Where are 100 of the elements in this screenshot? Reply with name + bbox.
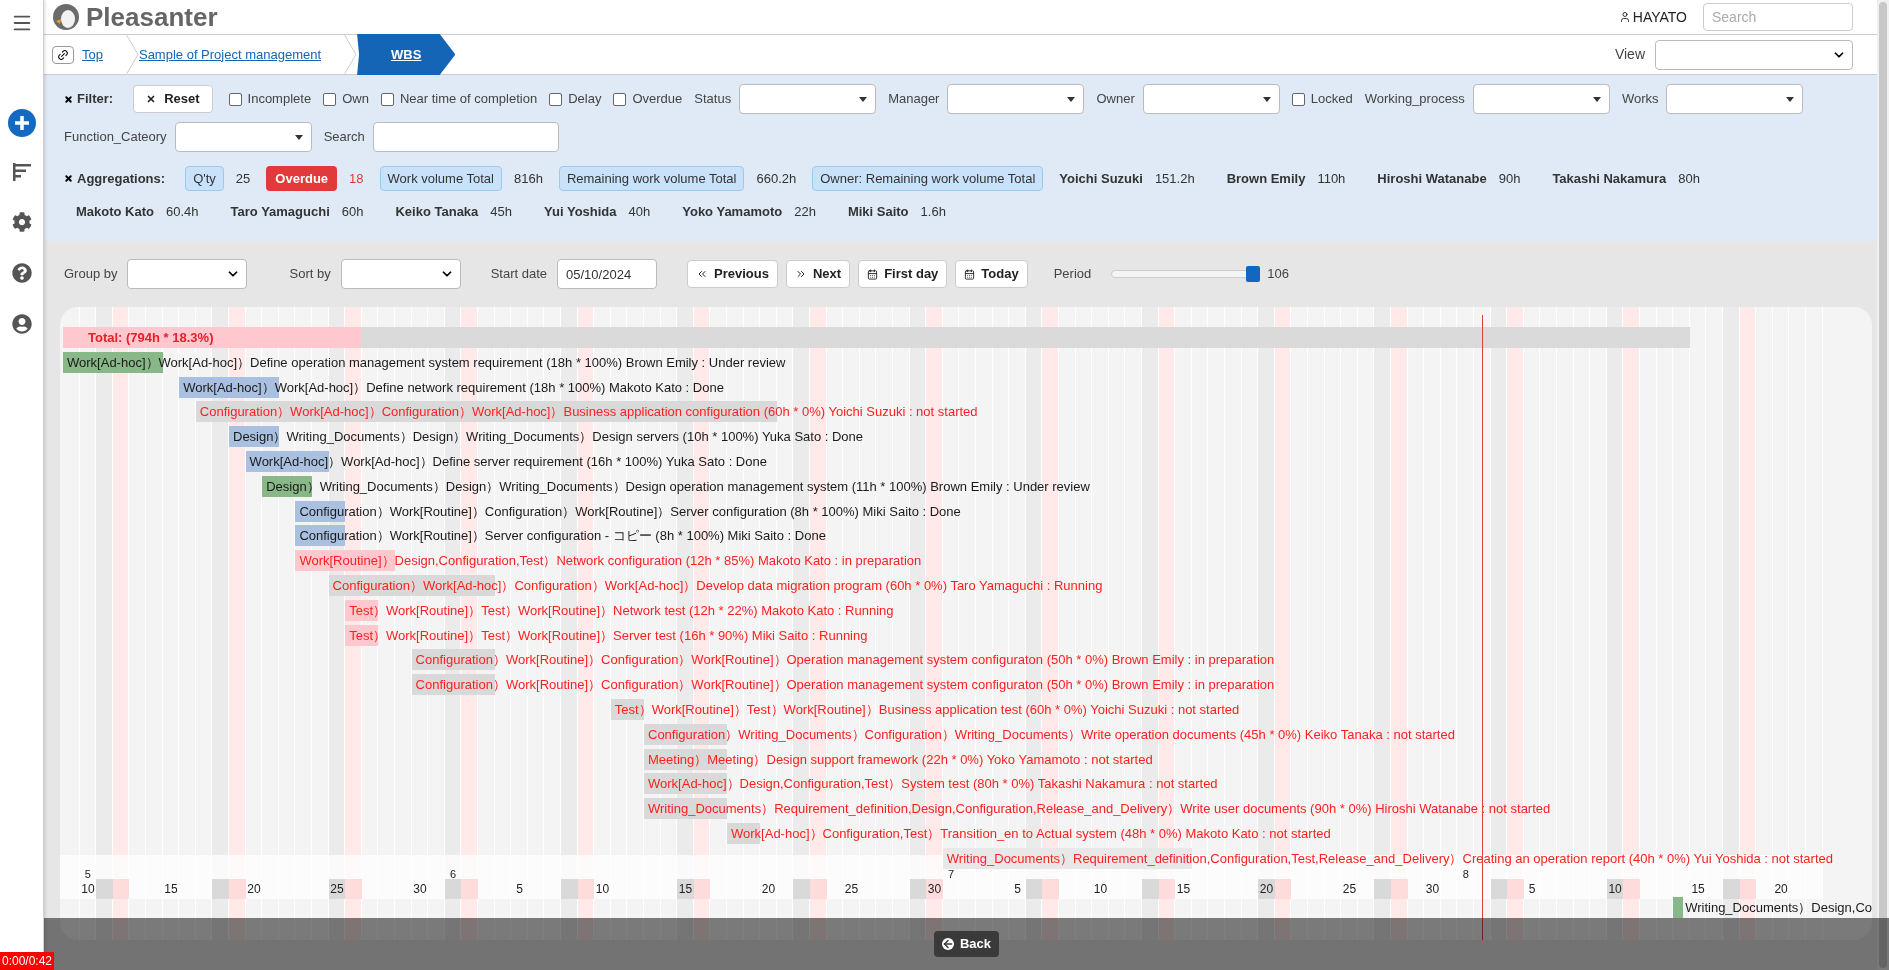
task-bar[interactable]: Test）Work[Routine]）Test）Work[Routine]）Business application test (60h * 0%) Yoichi Suzuki : not started bbox=[610, 698, 1240, 720]
cross-icon[interactable] bbox=[64, 174, 73, 183]
aggregation-value: 25 bbox=[235, 169, 251, 188]
cross-icon bbox=[146, 94, 157, 104]
settings-icon[interactable] bbox=[11, 212, 32, 232]
period-slider[interactable] bbox=[1111, 266, 1260, 282]
link-button[interactable] bbox=[52, 45, 74, 64]
filter-title: Filter: bbox=[77, 90, 114, 109]
scrollbar[interactable] bbox=[1877, 0, 1889, 970]
task-bar[interactable]: Work[Ad-hoc]）Design,Configuration,Test）System test (80h * 0%) Takashi Nakamura : not started bbox=[644, 773, 1218, 795]
task-label: Writing_Documents）Design,Co bbox=[1684, 899, 1872, 918]
checkbox[interactable] bbox=[323, 92, 337, 106]
gantt-bar[interactable] bbox=[1673, 897, 1684, 919]
task-bar[interactable]: Configuration）Work[Routine]）Configuration）Work[Routine]）Server configuration (8h * 100%) Miki Saito : Done bbox=[295, 500, 961, 522]
axis-weekend-cell bbox=[1490, 879, 1508, 899]
checkbox-label[interactable]: Delay bbox=[568, 89, 602, 109]
axis-weekend-cell bbox=[212, 879, 229, 899]
person-name: Keiko Tanaka bbox=[395, 203, 479, 221]
bars-icon[interactable] bbox=[12, 163, 31, 181]
task-bar[interactable]: Work[Ad-hoc]）Work[Ad-hoc]）Define operation management system requirement (18h * 100%) Brown Emily : Under review bbox=[63, 351, 786, 373]
person-hours: 110h bbox=[1317, 169, 1346, 188]
checkbox[interactable] bbox=[380, 92, 394, 106]
slider-thumb[interactable] bbox=[1246, 266, 1261, 282]
person-hours: 45h bbox=[490, 203, 513, 221]
user-icon[interactable] bbox=[11, 314, 32, 334]
person-hours: 60h bbox=[341, 203, 364, 221]
reset-button[interactable]: Reset bbox=[133, 85, 213, 113]
checkbox-label[interactable]: Incomplete bbox=[247, 89, 312, 109]
task-bar[interactable]: Design）Writing_Documents）Design）Writing_Documents）Design operation management system (11h * 100%) Brown Emily : Under review bbox=[262, 475, 1090, 497]
task-bar[interactable]: Work[Routine]）Design,Configuration,Test）Network configuration (12h * 85%) Makoto Kato : in preparation bbox=[295, 550, 922, 572]
double-right-icon bbox=[794, 268, 807, 280]
person-hours: 80h bbox=[1678, 169, 1701, 188]
select-field[interactable] bbox=[1142, 84, 1280, 114]
person-name: Hiroshi Watanabe bbox=[1377, 169, 1487, 188]
day-label: 15 bbox=[677, 879, 694, 899]
task-bar[interactable]: Configuration）Work[Ad-hoc]）Configuration）Work[Ad-hoc]）Develop data migration program (60h * 0%) Taro Yamaguchi : Running bbox=[328, 574, 1103, 596]
day-label: 5 bbox=[515, 881, 524, 898]
field-label: Manager bbox=[888, 90, 940, 109]
day-label: 5 bbox=[1013, 881, 1022, 898]
breadcrumb-item[interactable]: Top bbox=[82, 44, 103, 65]
breadcrumb-item[interactable]: Sample of Project management bbox=[138, 44, 322, 65]
overdue-chip: Overdue bbox=[266, 166, 338, 191]
month-label: 6 bbox=[450, 869, 457, 879]
task-bar[interactable]: Test）Work[Routine]）Test）Work[Routine]）Server test (16h * 90%) Miki Saito : Running bbox=[345, 624, 868, 646]
task-bar[interactable]: Configuration）Work[Routine]）Server configuration - コピー (8h * 100%) Miki Saito : Done bbox=[295, 525, 826, 547]
field-label: Search bbox=[323, 128, 365, 147]
select-field[interactable] bbox=[947, 84, 1085, 114]
user-name[interactable]: HAYATO bbox=[1632, 6, 1687, 28]
select-field[interactable] bbox=[1666, 84, 1804, 114]
axis-weekend-cell bbox=[229, 879, 246, 899]
task-bar[interactable]: Work[Ad-hoc]）Work[Ad-hoc]）Define network requirement (18h * 100%) Makoto Kato : Done bbox=[179, 376, 724, 398]
back-button[interactable]: Back bbox=[933, 931, 1000, 957]
cross-icon[interactable] bbox=[64, 94, 73, 104]
select-field[interactable] bbox=[1472, 84, 1610, 114]
nav-button[interactable]: Previous bbox=[687, 260, 778, 288]
task-bar[interactable]: Configuration）Work[Routine]）Configuration）Work[Routine]）Operation management system configuraton (50h * 0%) Brown Emily : in preparation bbox=[411, 674, 1275, 696]
day-label: 20 bbox=[1773, 881, 1789, 898]
axis-weekend-cell bbox=[1374, 879, 1391, 899]
checkbox[interactable] bbox=[1291, 92, 1305, 106]
field-label: Working_process bbox=[1364, 90, 1465, 109]
start-date-field[interactable]: 05/10/2024 bbox=[557, 259, 658, 289]
select-field[interactable] bbox=[174, 122, 312, 152]
video-timer: 0:00/0:42 bbox=[0, 952, 55, 970]
help-icon[interactable] bbox=[11, 263, 32, 283]
task-bar[interactable]: Design）Writing_Documents）Design）Writing_Documents）Design servers (10h * 100%) Yuka Sato : Done bbox=[229, 426, 864, 448]
checkbox[interactable] bbox=[228, 92, 242, 106]
breadcrumb-item[interactable]: WBS bbox=[357, 34, 456, 75]
select-field[interactable] bbox=[739, 84, 877, 114]
person-name: Miki Saito bbox=[847, 203, 909, 221]
checkbox-label[interactable]: Overdue bbox=[632, 89, 683, 109]
group-by-label: Group by bbox=[64, 265, 118, 284]
aggregation-chip: Owner: Remaining work volume Total bbox=[812, 166, 1044, 191]
search-field[interactable]: Search bbox=[1703, 3, 1853, 31]
nav-button[interactable]: Next bbox=[785, 260, 851, 288]
user-icon bbox=[1618, 11, 1631, 23]
sort-by-label: Sort by bbox=[289, 265, 331, 284]
nav-button[interactable]: Today bbox=[955, 260, 1028, 288]
checkbox-label[interactable]: Locked bbox=[1310, 89, 1353, 109]
person-hours: 151.2h bbox=[1154, 169, 1195, 188]
field-label: Status bbox=[694, 90, 732, 109]
day-label: 15 bbox=[1690, 881, 1706, 898]
task-bar[interactable]: Test）Work[Routine]）Test）Work[Routine]）Network test (12h * 22%) Makoto Kato : Running bbox=[345, 599, 894, 621]
task-bar[interactable]: Writing_Documents）Requirement_definition,Design,Configuration,Release_and_Delivery）Write user documents (90h * 0%) Hiroshi Watanabe : not started bbox=[644, 798, 1551, 820]
checkbox[interactable] bbox=[613, 92, 627, 106]
person-name: Yui Yoshida bbox=[544, 203, 617, 221]
nav-button[interactable]: First day bbox=[858, 260, 948, 288]
task-bar[interactable]: Work[Ad-hoc]）Work[Ad-hoc]）Define server requirement (16h * 100%) Yuka Sato : Done bbox=[245, 451, 767, 472]
aggregation-value: 660.2h bbox=[756, 169, 797, 188]
add-icon[interactable] bbox=[7, 109, 36, 137]
task-bar[interactable]: Meeting）Meeting）Design support framework (22h * 0%) Yoko Yamamoto : not started bbox=[644, 748, 1153, 770]
period-label: Period bbox=[1053, 265, 1092, 284]
month-label: 7 bbox=[948, 869, 955, 879]
checkbox-label[interactable]: Near time of completion bbox=[399, 89, 538, 109]
search-field[interactable] bbox=[372, 122, 559, 152]
day-label: 10 bbox=[80, 881, 96, 898]
task-bar[interactable]: Configuration）Work[Routine]）Configuration）Work[Routine]）Operation management system configuraton (50h * 0%) Brown Emily : in preparation bbox=[411, 649, 1275, 671]
checkbox-label[interactable]: Own bbox=[342, 89, 369, 109]
period-value: 106 bbox=[1267, 265, 1289, 284]
task-bar[interactable]: Configuration）Writing_Documents）Configuration）Writing_Documents）Write operation documents (45h * 0%) Keiko Tanaka : not started bbox=[644, 723, 1455, 745]
checkbox[interactable] bbox=[549, 92, 563, 106]
